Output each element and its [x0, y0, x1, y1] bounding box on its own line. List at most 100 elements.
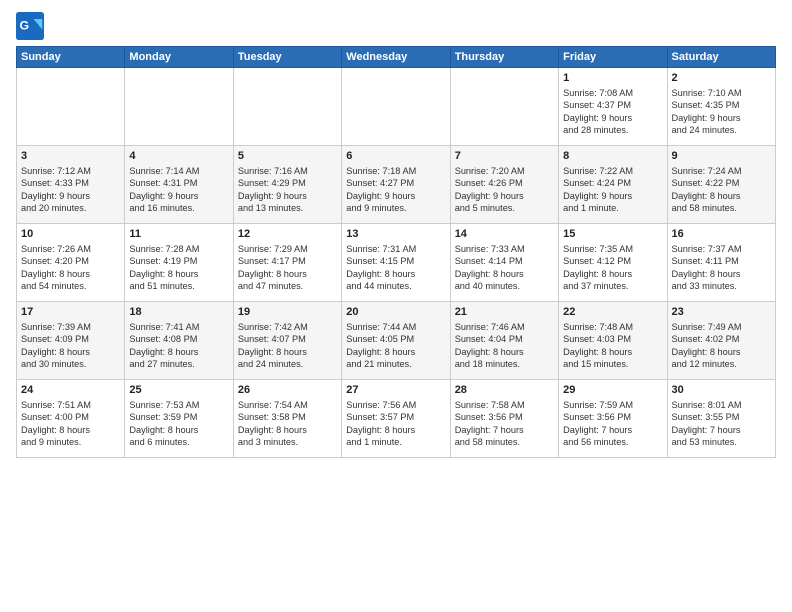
main-container: G SundayMondayTuesdayWednesdayThursdayFr…	[0, 0, 792, 466]
weekday-header: Sunday	[17, 47, 125, 68]
calendar-day-cell: 5Sunrise: 7:16 AMSunset: 4:29 PMDaylight…	[233, 146, 341, 224]
day-info: Sunrise: 7:18 AM	[346, 165, 445, 177]
day-info: Sunset: 4:33 PM	[21, 177, 120, 189]
day-info: Daylight: 7 hours	[563, 424, 662, 436]
day-info: and 1 minute.	[346, 436, 445, 448]
calendar-day-cell: 26Sunrise: 7:54 AMSunset: 3:58 PMDayligh…	[233, 380, 341, 458]
day-info: Sunset: 4:22 PM	[672, 177, 771, 189]
day-info: and 9 minutes.	[346, 202, 445, 214]
day-info: Daylight: 8 hours	[672, 346, 771, 358]
day-info: Sunrise: 7:22 AM	[563, 165, 662, 177]
calendar-day-cell: 2Sunrise: 7:10 AMSunset: 4:35 PMDaylight…	[667, 68, 775, 146]
calendar-day-cell	[125, 68, 233, 146]
day-info: Daylight: 8 hours	[21, 268, 120, 280]
calendar-day-cell: 8Sunrise: 7:22 AMSunset: 4:24 PMDaylight…	[559, 146, 667, 224]
day-number: 10	[21, 227, 120, 242]
calendar-day-cell: 18Sunrise: 7:41 AMSunset: 4:08 PMDayligh…	[125, 302, 233, 380]
day-number: 18	[129, 305, 228, 320]
day-info: Sunset: 3:56 PM	[563, 411, 662, 423]
day-info: Sunset: 3:58 PM	[238, 411, 337, 423]
day-info: Sunrise: 7:33 AM	[455, 243, 554, 255]
day-info: and 44 minutes.	[346, 280, 445, 292]
day-info: Sunset: 4:17 PM	[238, 255, 337, 267]
day-info: Sunrise: 7:28 AM	[129, 243, 228, 255]
day-info: Daylight: 8 hours	[672, 190, 771, 202]
logo: G	[16, 12, 48, 40]
calendar-day-cell: 28Sunrise: 7:58 AMSunset: 3:56 PMDayligh…	[450, 380, 558, 458]
calendar-day-cell	[450, 68, 558, 146]
day-info: Daylight: 8 hours	[129, 268, 228, 280]
day-info: Daylight: 9 hours	[129, 190, 228, 202]
day-info: and 33 minutes.	[672, 280, 771, 292]
calendar-day-cell: 25Sunrise: 7:53 AMSunset: 3:59 PMDayligh…	[125, 380, 233, 458]
day-info: Daylight: 8 hours	[238, 424, 337, 436]
day-info: and 21 minutes.	[346, 358, 445, 370]
day-info: and 1 minute.	[563, 202, 662, 214]
day-info: Sunset: 4:08 PM	[129, 333, 228, 345]
day-info: Sunset: 3:59 PM	[129, 411, 228, 423]
day-info: and 56 minutes.	[563, 436, 662, 448]
day-number: 30	[672, 383, 771, 398]
day-info: Sunset: 4:07 PM	[238, 333, 337, 345]
day-info: Sunrise: 7:35 AM	[563, 243, 662, 255]
day-info: and 20 minutes.	[21, 202, 120, 214]
day-number: 12	[238, 227, 337, 242]
calendar-day-cell: 30Sunrise: 8:01 AMSunset: 3:55 PMDayligh…	[667, 380, 775, 458]
calendar-day-cell: 24Sunrise: 7:51 AMSunset: 4:00 PMDayligh…	[17, 380, 125, 458]
calendar-day-cell: 14Sunrise: 7:33 AMSunset: 4:14 PMDayligh…	[450, 224, 558, 302]
day-info: Sunset: 4:31 PM	[129, 177, 228, 189]
day-info: Sunset: 4:37 PM	[563, 99, 662, 111]
day-info: Daylight: 8 hours	[129, 346, 228, 358]
calendar-day-cell: 20Sunrise: 7:44 AMSunset: 4:05 PMDayligh…	[342, 302, 450, 380]
day-info: and 54 minutes.	[21, 280, 120, 292]
day-info: Daylight: 8 hours	[346, 346, 445, 358]
day-info: and 51 minutes.	[129, 280, 228, 292]
day-info: Sunrise: 7:58 AM	[455, 399, 554, 411]
day-info: and 30 minutes.	[21, 358, 120, 370]
day-info: Daylight: 7 hours	[455, 424, 554, 436]
day-info: and 9 minutes.	[21, 436, 120, 448]
day-number: 24	[21, 383, 120, 398]
day-info: Daylight: 7 hours	[672, 424, 771, 436]
day-info: Sunset: 4:11 PM	[672, 255, 771, 267]
day-info: Sunrise: 7:44 AM	[346, 321, 445, 333]
weekday-header: Tuesday	[233, 47, 341, 68]
calendar-day-cell: 16Sunrise: 7:37 AMSunset: 4:11 PMDayligh…	[667, 224, 775, 302]
day-info: Sunrise: 7:56 AM	[346, 399, 445, 411]
day-info: Daylight: 9 hours	[672, 112, 771, 124]
day-info: Daylight: 8 hours	[455, 268, 554, 280]
day-number: 27	[346, 383, 445, 398]
day-info: Sunrise: 7:49 AM	[672, 321, 771, 333]
day-info: Sunset: 3:57 PM	[346, 411, 445, 423]
day-info: and 12 minutes.	[672, 358, 771, 370]
logo-icon: G	[16, 12, 44, 40]
day-info: Sunset: 3:55 PM	[672, 411, 771, 423]
day-number: 3	[21, 149, 120, 164]
calendar-day-cell: 17Sunrise: 7:39 AMSunset: 4:09 PMDayligh…	[17, 302, 125, 380]
day-number: 9	[672, 149, 771, 164]
calendar-week-row: 17Sunrise: 7:39 AMSunset: 4:09 PMDayligh…	[17, 302, 776, 380]
day-info: Sunrise: 7:10 AM	[672, 87, 771, 99]
day-info: Sunrise: 7:59 AM	[563, 399, 662, 411]
day-info: Sunrise: 7:42 AM	[238, 321, 337, 333]
day-info: Sunrise: 7:51 AM	[21, 399, 120, 411]
calendar-day-cell: 12Sunrise: 7:29 AMSunset: 4:17 PMDayligh…	[233, 224, 341, 302]
day-info: Sunset: 4:09 PM	[21, 333, 120, 345]
day-number: 2	[672, 71, 771, 86]
day-info: Sunset: 4:00 PM	[21, 411, 120, 423]
calendar-day-cell: 19Sunrise: 7:42 AMSunset: 4:07 PMDayligh…	[233, 302, 341, 380]
day-info: Sunrise: 7:08 AM	[563, 87, 662, 99]
day-number: 17	[21, 305, 120, 320]
day-info: and 37 minutes.	[563, 280, 662, 292]
day-info: Sunrise: 7:41 AM	[129, 321, 228, 333]
day-info: Sunrise: 7:48 AM	[563, 321, 662, 333]
day-number: 1	[563, 71, 662, 86]
day-number: 23	[672, 305, 771, 320]
day-number: 11	[129, 227, 228, 242]
day-number: 6	[346, 149, 445, 164]
day-info: Sunset: 4:24 PM	[563, 177, 662, 189]
day-info: Sunset: 4:14 PM	[455, 255, 554, 267]
day-number: 29	[563, 383, 662, 398]
day-info: and 3 minutes.	[238, 436, 337, 448]
day-info: Sunrise: 7:31 AM	[346, 243, 445, 255]
